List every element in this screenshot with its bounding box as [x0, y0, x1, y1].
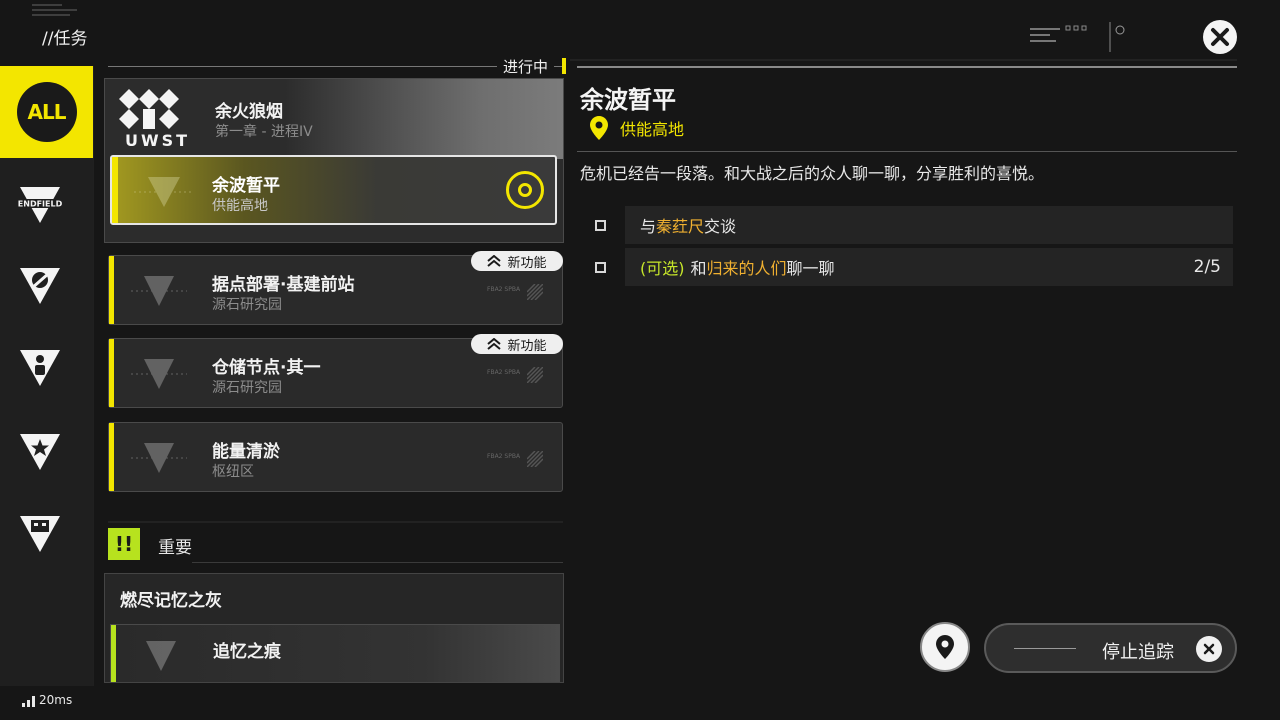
hatch-icon	[527, 284, 543, 300]
new-feature-badge: 新功能	[471, 334, 563, 354]
chapter-name: 燃尽记忆之灰	[120, 591, 222, 611]
detail-description: 危机已经告一段落。和大战之后的众人聊一聊，分享胜利的喜悦。	[580, 164, 1045, 183]
stop-tracking-deco	[1014, 648, 1076, 649]
category-leaf-tab[interactable]	[0, 246, 80, 326]
quest-emblem-icon	[131, 276, 187, 306]
close-icon	[1211, 28, 1229, 46]
map-pin-icon	[936, 635, 954, 659]
quest-emblem-icon	[134, 177, 194, 207]
person-icon	[20, 350, 60, 386]
category-endfield-tab[interactable]: ENDFIELD	[0, 165, 80, 245]
double-chevron-up-icon	[487, 338, 502, 350]
objective-target: 归来的人们	[706, 259, 787, 278]
objective-optional-tag: (可选)	[640, 259, 685, 278]
quest-title: 余波暂平	[212, 176, 280, 196]
quest-bar	[109, 256, 114, 324]
objective-row: (可选) 和归来的人们 聊一聊 2/5	[625, 248, 1233, 286]
quest-location: 枢纽区	[212, 464, 254, 480]
quest-title: 追忆之痕	[213, 642, 281, 662]
quest-location: 源石研究园	[212, 380, 282, 396]
status-divider	[108, 66, 563, 67]
objective-checkbox	[595, 220, 606, 231]
stop-tracking-button[interactable]: 停止追踪	[984, 623, 1237, 673]
objective-text: 聊一聊	[786, 259, 835, 278]
status-marker	[562, 58, 566, 74]
objective-row: 与秦荭尺 交谈	[625, 206, 1233, 244]
stop-tracking-label: 停止追踪	[1102, 642, 1174, 663]
quest-title: 据点部署·基建前站	[212, 275, 355, 295]
quest-tag: FBA2 SPBA	[487, 453, 521, 460]
latency-value: 20ms	[39, 693, 73, 707]
quest-tag: FBA2 SPBA	[487, 369, 521, 376]
endfield-icon: ENDFIELD	[18, 187, 62, 223]
chapter-progress: 第一章 - 进程IV	[215, 124, 313, 140]
important-divider	[192, 562, 563, 563]
quest-tag: FBA2 SPBA	[487, 286, 521, 293]
tracking-target-icon[interactable]	[506, 171, 544, 209]
signal-icon	[22, 696, 35, 707]
leaf-icon	[20, 268, 60, 304]
quest-item-active[interactable]: 余波暂平 供能高地	[110, 155, 557, 225]
quest-emblem-icon	[146, 641, 176, 671]
close-button[interactable]	[1203, 20, 1237, 54]
top-deco-icon	[32, 4, 77, 16]
category-building-tab[interactable]	[0, 494, 80, 574]
hatch-icon	[527, 367, 543, 383]
category-person-tab[interactable]	[0, 328, 80, 408]
close-icon	[1196, 636, 1222, 662]
all-badge-icon: ALL	[16, 82, 77, 142]
endfield-label: ENDFIELD	[18, 200, 62, 209]
new-feature-badge: 新功能	[471, 251, 563, 271]
objective-target: 秦荭尺	[656, 217, 705, 236]
detail-divider	[577, 151, 1237, 152]
quest-bar	[109, 339, 114, 407]
chapter-artwork	[285, 79, 563, 159]
quest-title: 仓储节点·其一	[212, 358, 321, 378]
objective-checkbox	[595, 262, 606, 273]
double-chevron-up-icon	[487, 255, 502, 267]
chapter-card[interactable]: 燃尽记忆之灰 追忆之痕	[104, 573, 564, 683]
new-feature-label: 新功能	[507, 338, 547, 354]
detail-location-label: 供能高地	[620, 120, 685, 139]
quest-item[interactable]: 追忆之痕	[110, 624, 560, 682]
quest-emblem-icon	[131, 359, 187, 389]
quest-location: 源石研究园	[212, 297, 282, 313]
quest-bar	[111, 625, 116, 682]
category-star-tab[interactable]	[0, 412, 80, 492]
objective-progress: 2/5	[1193, 257, 1221, 277]
detail-divider	[577, 66, 1237, 68]
star-icon	[20, 434, 60, 470]
objective-text: 交谈	[704, 217, 737, 236]
uwst-logo-label: UWST	[125, 131, 191, 150]
new-feature-label: 新功能	[507, 255, 547, 271]
chapter-name: 余火狼烟	[215, 102, 283, 122]
objective-text: 与	[640, 217, 657, 236]
hatch-icon	[527, 451, 543, 467]
map-location-button[interactable]	[920, 622, 970, 672]
quest-emblem-icon	[131, 443, 187, 473]
network-latency: 20ms	[22, 693, 72, 707]
detail-title: 余波暂平	[580, 86, 676, 114]
category-all-tab[interactable]: ALL	[0, 66, 93, 158]
objective-text: 和	[690, 259, 707, 278]
quest-bar	[109, 423, 114, 491]
quest-active-bar	[112, 157, 118, 223]
page-title: //任务	[42, 29, 88, 49]
quest-title: 能量清淤	[212, 442, 280, 462]
building-icon	[20, 516, 60, 552]
quest-item[interactable]: 能量清淤 枢纽区 FBA2 SPBA	[108, 422, 563, 492]
important-section-label: 重要	[158, 538, 192, 558]
quest-location: 供能高地	[212, 198, 268, 214]
hud-deco-icon	[1030, 22, 1125, 52]
important-icon: !!	[108, 528, 140, 560]
detail-location: 供能高地	[590, 116, 684, 140]
status-in-progress-label: 进行中	[497, 56, 555, 77]
location-pin-icon	[590, 116, 608, 140]
